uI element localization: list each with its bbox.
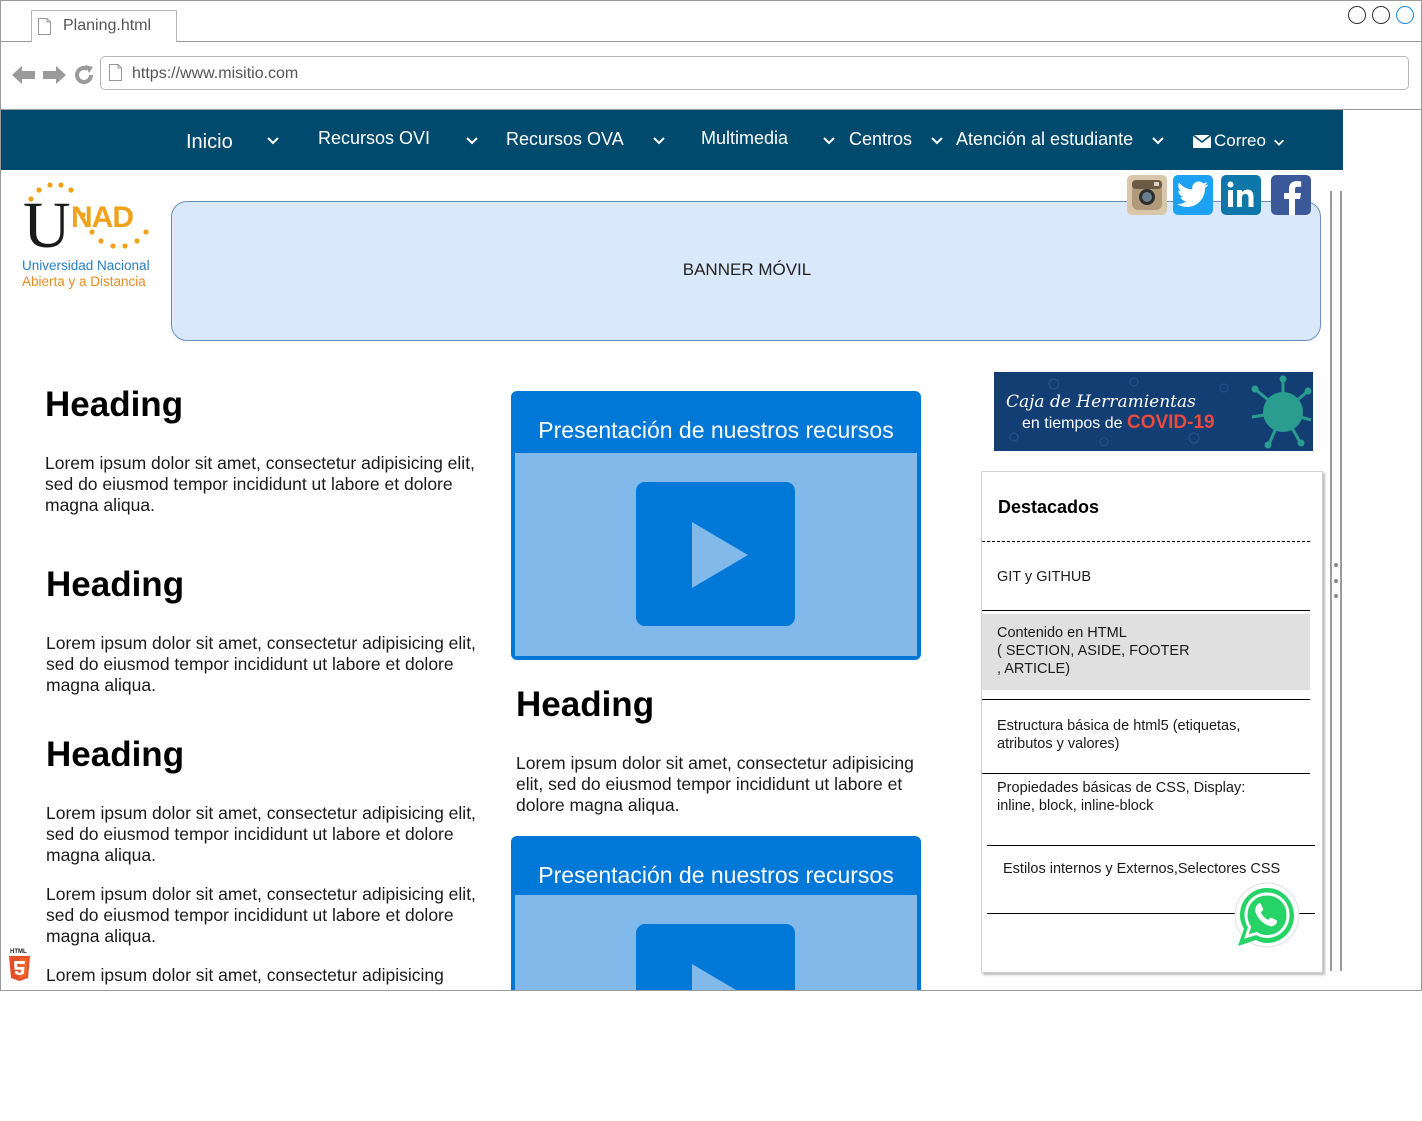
page-icon (109, 64, 122, 81)
nav-atencion-estudiante[interactable]: Atención al estudiante (956, 129, 1133, 150)
site-navbar: Inicio Recursos OVI Recursos OVA Multime… (1, 110, 1343, 170)
destacados-item-line: inline, block, inline-block (997, 798, 1154, 814)
url-bar[interactable]: https://www.misitio.com (100, 56, 1409, 90)
chevron-down-icon[interactable] (464, 132, 480, 148)
chevron-down-icon[interactable] (651, 132, 667, 148)
video-title: Presentación de nuestros recursos (538, 417, 894, 443)
destacados-item-line: Propiedades básicas de CSS, Display: (997, 780, 1246, 796)
destacados-item-line: Estructura básica de html5 (etiquetas, (997, 718, 1241, 734)
nav-correo[interactable]: Correo (1214, 131, 1266, 151)
covid-title: Caja de Herramientas (1006, 392, 1196, 412)
url-text: https://www.misitio.com (132, 65, 299, 82)
logo-letters-nad: NAD (71, 201, 134, 234)
html5-label: HTML (10, 949, 27, 955)
divider (982, 541, 1310, 542)
logo-subtitle-2: Abierta y a Distancia (22, 274, 146, 289)
destacados-item[interactable]: Estilos internos y Externos,Selectores C… (1003, 860, 1280, 878)
section-heading: Heading (46, 735, 185, 774)
divider (982, 699, 1310, 700)
envelope-icon[interactable] (1193, 135, 1211, 148)
destacados-item-line: GIT y GITHUB (997, 569, 1091, 585)
mobile-banner[interactable]: BANNER MÓVIL (171, 201, 1321, 341)
scrollbar-track[interactable] (1340, 191, 1342, 971)
browser-tab[interactable]: Planing.html (31, 10, 177, 42)
document-icon (38, 18, 51, 35)
video-screen[interactable] (515, 895, 917, 990)
video-title: Presentación de nuestros recursos (538, 862, 894, 888)
instagram-icon[interactable] (1127, 175, 1167, 215)
destacados-item-line: ( SECTION, ASIDE, FOOTER (997, 643, 1190, 659)
covid-highlight: COVID-19 (1126, 412, 1215, 433)
tab-bar: Planing.html (1, 1, 1421, 42)
section-paragraph: Lorem ipsum dolor sit amet, consectetur … (46, 965, 444, 985)
play-icon (692, 522, 748, 588)
section-heading: Heading (45, 385, 184, 424)
nav-recursos-ova[interactable]: Recursos OVA (506, 129, 624, 150)
chevron-down-icon[interactable] (1150, 132, 1166, 148)
destacados-item-line: Estilos internos y Externos,Selectores C… (1003, 861, 1281, 877)
play-button[interactable] (636, 482, 795, 626)
chevron-down-icon[interactable] (929, 132, 945, 148)
section-heading: Heading (46, 565, 185, 604)
destacados-item[interactable]: GIT y GITHUB (997, 568, 1091, 586)
logo-subtitle-1: Universidad Nacional (22, 258, 150, 273)
linkedin-icon[interactable] (1221, 175, 1261, 215)
nav-multimedia[interactable]: Multimedia (701, 128, 788, 149)
video-screen[interactable] (515, 453, 917, 656)
twitter-icon[interactable] (1173, 175, 1213, 215)
destacados-item[interactable]: Estructura básica de html5 (etiquetas, a… (997, 717, 1240, 753)
browser-window: Planing.html https://www.misitio.com Ini… (0, 0, 1422, 991)
window-close-button[interactable] (1396, 6, 1414, 24)
destacados-item[interactable]: Contenido en HTML ( SECTION, ASIDE, FOOT… (997, 624, 1190, 678)
divider (987, 845, 1315, 846)
destacados-item[interactable]: Propiedades básicas de CSS, Display: inl… (997, 779, 1245, 815)
resize-handle-icon[interactable] (1332, 561, 1340, 601)
section-paragraph: Lorem ipsum dolor sit amet, consectetur … (46, 633, 476, 695)
section-paragraph: Lorem ipsum dolor sit amet, consectetur … (46, 803, 476, 865)
divider (982, 773, 1310, 774)
play-button[interactable] (636, 924, 795, 990)
nav-recursos-ovi[interactable]: Recursos OVI (318, 128, 430, 149)
whatsapp-icon[interactable] (1230, 882, 1302, 952)
destacados-item-line: Contenido en HTML (997, 625, 1127, 641)
chevron-down-icon[interactable] (265, 132, 281, 148)
address-row: https://www.misitio.com (1, 42, 1421, 110)
logo-letter-u: U (23, 189, 71, 262)
covid-subtitle-text: en tiempos de (1022, 415, 1123, 432)
facebook-icon[interactable] (1271, 175, 1311, 215)
covid-toolbox-banner[interactable]: Caja de Herramientas en tiempos de COVID… (994, 372, 1313, 451)
destacados-title: Destacados (998, 497, 1100, 517)
video-player[interactable]: Presentación de nuestros recursos (511, 391, 921, 660)
destacados-item-line: atributos y valores) (997, 736, 1120, 752)
reload-icon[interactable] (72, 63, 96, 87)
section-paragraph: Lorem ipsum dolor sit amet, consectetur … (46, 884, 476, 946)
chevron-down-icon[interactable] (821, 132, 837, 148)
chevron-down-icon[interactable] (1272, 135, 1286, 149)
nav-inicio[interactable]: Inicio (186, 131, 233, 154)
forward-arrow-icon[interactable] (41, 64, 67, 86)
window-maximize-button[interactable] (1372, 6, 1390, 24)
destacados-item-line: , ARTICLE) (997, 661, 1071, 677)
html5-icon: HTML (8, 949, 32, 981)
back-arrow-icon[interactable] (11, 64, 37, 86)
covid-subtitle: en tiempos de COVID-19 (1022, 412, 1215, 434)
section-paragraph: Lorem ipsum dolor sit amet, consectetur … (516, 753, 914, 815)
window-minimize-button[interactable] (1348, 6, 1366, 24)
tab-title: Planing.html (63, 17, 152, 34)
nav-centros[interactable]: Centros (849, 129, 912, 150)
video-player[interactable]: Presentación de nuestros recursos (511, 836, 921, 990)
banner-text: BANNER MÓVIL (682, 260, 812, 279)
section-heading: Heading (516, 685, 655, 724)
play-icon (692, 964, 737, 990)
section-paragraph: Lorem ipsum dolor sit amet, consectetur … (45, 453, 475, 515)
divider (982, 610, 1310, 611)
